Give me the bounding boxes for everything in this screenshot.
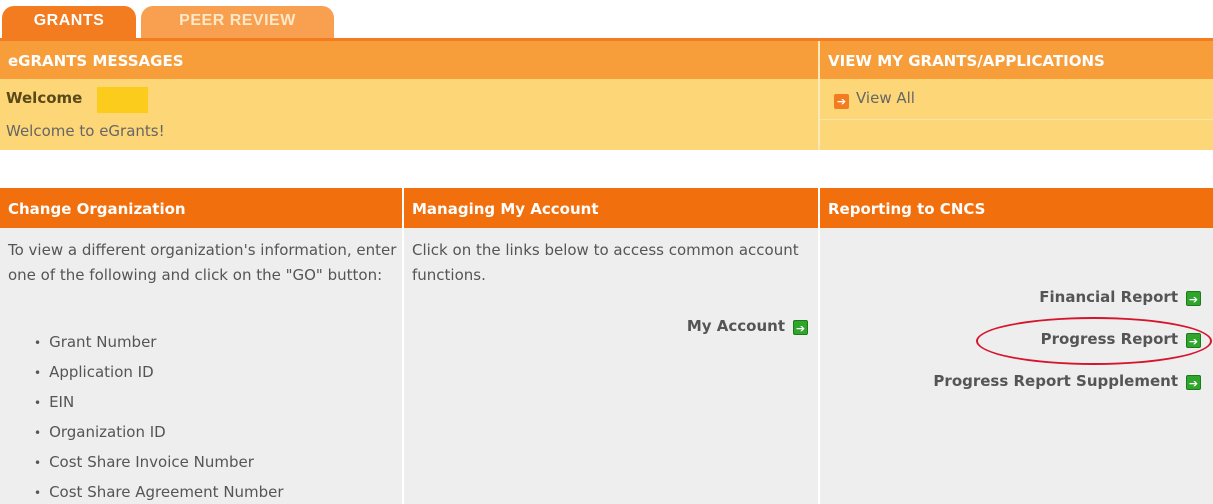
progress-report-supplement-link[interactable]: Progress Report Supplement ➔ bbox=[933, 372, 1201, 390]
arrow-right-icon: ➔ bbox=[834, 94, 849, 109]
list-item: Cost Share Invoice Number bbox=[34, 448, 284, 478]
column-divider bbox=[402, 188, 404, 504]
list-item: Application ID bbox=[34, 358, 284, 388]
account-description: Click on the links below to access commo… bbox=[412, 241, 799, 284]
column-divider bbox=[818, 188, 820, 504]
column-divider bbox=[818, 41, 820, 150]
list-item: Grant Number bbox=[34, 328, 284, 358]
tab-grants[interactable]: GRANTS bbox=[2, 6, 136, 40]
progress-report-link[interactable]: Progress Report ➔ bbox=[1041, 330, 1201, 348]
change-org-description: To view a different organization's infor… bbox=[8, 241, 397, 284]
my-account-label: My Account bbox=[686, 317, 785, 335]
redacted-user-name bbox=[97, 87, 148, 113]
identifier-list: Grant Number Application ID EIN Organiza… bbox=[34, 328, 284, 504]
progress-report-supplement-label: Progress Report Supplement bbox=[933, 372, 1178, 390]
change-organization-header: Change Organization bbox=[0, 188, 402, 228]
list-item: Cost Share Agreement Number bbox=[34, 478, 284, 504]
managing-account-header: Managing My Account bbox=[404, 188, 818, 228]
view-grants-header: VIEW MY GRANTS/APPLICATIONS bbox=[820, 41, 1213, 79]
arrow-right-icon: ➔ bbox=[1186, 375, 1201, 390]
welcome-message: Welcome to eGrants! bbox=[6, 122, 165, 140]
messages-panel: eGRANTS MESSAGES VIEW MY GRANTS/APPLICAT… bbox=[0, 38, 1213, 150]
reporting-header: Reporting to CNCS bbox=[820, 188, 1213, 228]
egrants-messages-header: eGRANTS MESSAGES bbox=[0, 41, 818, 79]
financial-report-link[interactable]: Financial Report ➔ bbox=[1039, 288, 1201, 306]
arrow-right-icon: ➔ bbox=[793, 320, 808, 335]
progress-report-label: Progress Report bbox=[1040, 330, 1178, 348]
my-account-link[interactable]: My Account ➔ bbox=[687, 317, 808, 335]
welcome-label: Welcome bbox=[6, 89, 83, 107]
view-all-link[interactable]: ➔ View All bbox=[834, 89, 915, 109]
functions-panel: Change Organization Managing My Account … bbox=[0, 188, 1213, 504]
tab-peer-review[interactable]: PEER REVIEW bbox=[141, 6, 334, 40]
arrow-right-icon: ➔ bbox=[1186, 333, 1201, 348]
list-item: Organization ID bbox=[34, 418, 284, 448]
arrow-right-icon: ➔ bbox=[1186, 291, 1201, 306]
financial-report-label: Financial Report bbox=[1039, 288, 1178, 306]
list-item: EIN bbox=[34, 388, 284, 418]
view-all-label: View All bbox=[856, 89, 915, 107]
row-divider bbox=[820, 119, 1213, 120]
tab-bar: GRANTS PEER REVIEW bbox=[0, 0, 1213, 40]
